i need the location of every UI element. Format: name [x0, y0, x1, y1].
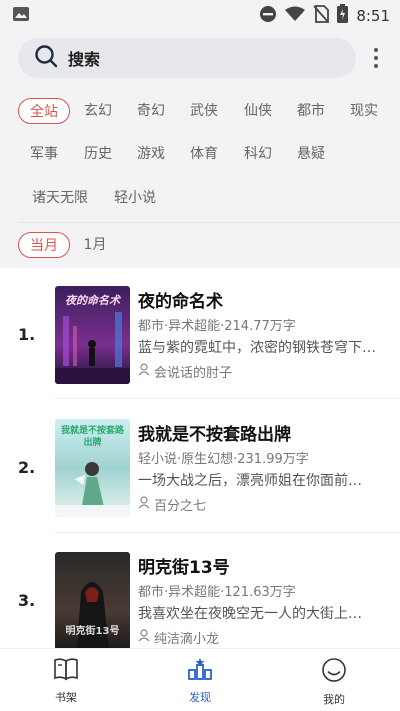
- book-author: 纯洁滴小龙: [138, 628, 219, 647]
- book-author: 百分之七: [138, 495, 206, 514]
- book-meta: 都市·异术超能·214.77万字: [138, 319, 296, 334]
- nav-profile[interactable]: 我的: [294, 657, 374, 707]
- period-current-month[interactable]: 当月: [18, 232, 70, 258]
- nav-label: 书架: [55, 691, 77, 704]
- bookshelf-icon: [53, 657, 79, 685]
- book-meta: 轻小说·原生幻想·231.99万字: [138, 452, 309, 467]
- category-wuxia[interactable]: 武侠: [186, 98, 222, 124]
- category-zhutian[interactable]: 诸天无限: [26, 185, 94, 211]
- rank-number: 2.: [18, 458, 36, 477]
- category-xuanhuan[interactable]: 玄幻: [80, 98, 116, 124]
- book-description: 一场大战之后，漂亮师姐在你面前…: [138, 473, 362, 489]
- book-description: 蓝与紫的霓虹中，浓密的钢铁苍穹下…: [138, 340, 376, 356]
- category-kehuan[interactable]: 科幻: [240, 141, 276, 167]
- author-icon: [138, 496, 150, 513]
- book-title[interactable]: 夜的命名术: [138, 287, 223, 312]
- category-xianxia[interactable]: 仙侠: [240, 98, 276, 124]
- cover-title: 明克街13号: [65, 626, 120, 637]
- list-divider: [55, 532, 400, 533]
- list-item[interactable]: 2. 我就是不按套路出牌 我就是不按套路出牌 轻小说·原生幻想·231.99万字…: [0, 401, 400, 531]
- cover-title: 夜的命名术: [65, 294, 120, 307]
- category-dushi[interactable]: 都市: [293, 98, 329, 124]
- period-january[interactable]: 1月: [78, 232, 112, 258]
- book-title[interactable]: 明克街13号: [138, 553, 230, 578]
- category-xianshi[interactable]: 现实: [346, 98, 382, 124]
- no-sim-icon: [313, 4, 330, 27]
- book-meta: 都市·异术超能·121.63万字: [138, 585, 296, 600]
- author-name: 会说话的肘子: [154, 366, 233, 381]
- category-qingxiaoshuo[interactable]: 轻小说: [110, 185, 160, 211]
- author-name: 百分之七: [154, 499, 207, 514]
- cover-title: 我就是不按套路出牌: [60, 426, 124, 448]
- discover-icon: [187, 657, 213, 685]
- list-divider: [55, 398, 400, 399]
- battery-charging-icon: [337, 4, 349, 27]
- book-description: 我喜欢坐在夜晚空无一人的大街上…: [138, 606, 362, 622]
- category-xuanyi[interactable]: 悬疑: [293, 141, 329, 167]
- nav-label: 发现: [189, 691, 211, 704]
- nav-bookshelf[interactable]: 书架: [26, 657, 106, 705]
- book-author: 会说话的肘子: [138, 362, 232, 381]
- category-lishi[interactable]: 历史: [80, 141, 116, 167]
- status-bar: 8:51: [0, 0, 400, 28]
- search-label: 搜索: [68, 50, 101, 69]
- book-list: 1. 夜的命名术 夜的命名术 都市·异术超能·214.77万字 蓝与紫的霓虹中，…: [0, 268, 400, 648]
- category-youxi[interactable]: 游戏: [133, 141, 169, 167]
- rank-number: 3.: [18, 591, 36, 610]
- search-icon: [34, 44, 58, 72]
- dnd-icon: [259, 5, 277, 27]
- book-title[interactable]: 我就是不按套路出牌: [138, 420, 291, 445]
- nav-discover[interactable]: 发现: [160, 657, 240, 705]
- category-qihuan[interactable]: 奇幻: [133, 98, 169, 124]
- list-item[interactable]: 3. 明克街13号 明克街13号 都市·异术超能·121.63万字 我喜欢坐在夜…: [0, 534, 400, 648]
- author-icon: [138, 629, 150, 646]
- clock: 8:51: [356, 6, 390, 25]
- author-name: 纯洁滴小龙: [154, 632, 220, 647]
- rank-number: 1.: [18, 325, 36, 344]
- author-icon: [138, 363, 150, 380]
- category-junshi[interactable]: 军事: [26, 141, 62, 167]
- book-cover[interactable]: 夜的命名术: [55, 286, 130, 384]
- category-all[interactable]: 全站: [18, 98, 70, 124]
- book-cover[interactable]: 明克街13号: [55, 552, 130, 648]
- list-item[interactable]: 1. 夜的命名术 夜的命名术 都市·异术超能·214.77万字 蓝与紫的霓虹中，…: [0, 268, 400, 398]
- filter-divider: [18, 222, 400, 223]
- image-notification-icon: [12, 6, 30, 26]
- profile-smile-icon: [321, 657, 347, 687]
- category-tiyu[interactable]: 体育: [186, 141, 222, 167]
- more-vertical-icon[interactable]: [366, 44, 386, 72]
- bottom-nav: 书架 发现 我的: [0, 648, 400, 711]
- wifi-icon: [285, 6, 306, 26]
- nav-label: 我的: [323, 693, 345, 706]
- search-bar[interactable]: 搜索: [18, 38, 356, 78]
- book-cover[interactable]: 我就是不按套路出牌: [55, 419, 130, 517]
